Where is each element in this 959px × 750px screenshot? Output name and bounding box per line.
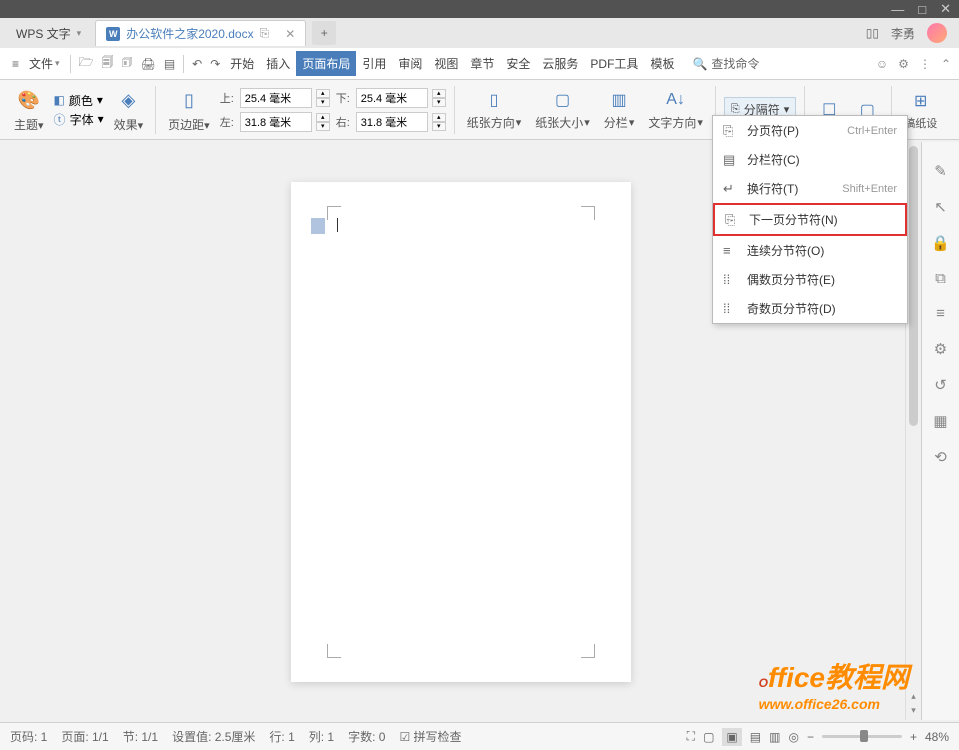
margin-btn[interactable]: ▯页边距▾ (164, 86, 214, 133)
collapse-icon[interactable]: ⌃ (941, 57, 951, 71)
margin-left-input[interactable] (240, 112, 312, 132)
watermark: Office教程网 www.office26.com (759, 656, 909, 712)
margin-bottom-input[interactable] (356, 88, 428, 108)
continuous-section-item[interactable]: ≡连续分节符(O) (713, 236, 907, 265)
margin-top-input[interactable] (240, 88, 312, 108)
pencil-icon[interactable]: ✎ (934, 162, 947, 180)
more-vert-icon[interactable]: ⋮ (919, 57, 931, 71)
tab-close-icon[interactable]: ✕ (285, 27, 295, 41)
status-row[interactable]: 行: 1 (269, 728, 294, 745)
status-setting[interactable]: 设置值: 2.5厘米 (172, 728, 255, 745)
tab-reference[interactable]: 引用 (356, 51, 392, 76)
doc-tab-label: 办公软件之家2020.docx (126, 25, 253, 42)
column-break-item[interactable]: ▤分栏符(C) (713, 145, 907, 174)
new-tab-btn[interactable]: + (312, 21, 336, 45)
cursor-icon[interactable]: ↖ (934, 198, 947, 216)
textdir-btn[interactable]: A↓文字方向▾ (644, 88, 707, 131)
oddpage-section-item[interactable]: ⁞⁞奇数页分节符(D) (713, 294, 907, 323)
papersize-btn[interactable]: ▢纸张大小▾ (531, 88, 594, 131)
titlebar: — □ ✕ (0, 0, 959, 18)
view1-icon[interactable]: ▢ (703, 730, 714, 744)
margin-right-input[interactable] (356, 112, 428, 132)
evenpage-section-item[interactable]: ⁞⁞偶数页分节符(E) (713, 265, 907, 294)
toolbar: ≡ 文件▾ 🗁 🗐 🗊 🖨 ▤ ↶ ↷ 开始 插入 页面布局 引用 审阅 视图 … (0, 48, 959, 80)
maximize-btn[interactable]: □ (918, 2, 926, 17)
hamburger-icon[interactable]: ≡ (8, 55, 23, 73)
columns-btn[interactable]: ▥分栏▾ (600, 88, 639, 131)
close-btn[interactable]: ✕ (940, 1, 951, 17)
page[interactable] (291, 182, 631, 682)
status-pages[interactable]: 页面: 1/1 (61, 728, 108, 745)
orientation-btn[interactable]: ▯纸张方向▾ (463, 88, 526, 131)
open-icon[interactable]: 🗁 (75, 51, 98, 76)
view3-icon[interactable]: ▤ (750, 730, 761, 744)
gear-icon[interactable]: ⚙ (898, 57, 909, 71)
search-box[interactable]: 🔍查找命令 (692, 55, 759, 72)
more-icon[interactable]: ▤ (160, 55, 179, 73)
status-spell[interactable]: ☑ 拼写检查 (399, 728, 461, 745)
statusbar: 页码: 1 页面: 1/1 节: 1/1 设置值: 2.5厘米 行: 1 列: … (0, 722, 959, 750)
para-mark-icon (311, 218, 325, 234)
tab-section[interactable]: 章节 (464, 51, 500, 76)
list-icon[interactable]: ≡ (936, 305, 945, 322)
minimize-btn[interactable]: — (891, 2, 904, 17)
tab-insert[interactable]: 插入 (260, 51, 296, 76)
tab-review[interactable]: 审阅 (392, 51, 428, 76)
avatar[interactable] (927, 23, 947, 43)
fullscreen-icon[interactable]: ⛶ (687, 729, 695, 744)
sync-icon[interactable]: ⎘ (260, 26, 270, 41)
chevron-down-icon: ▾ (77, 28, 82, 39)
zoom-out[interactable]: − (807, 730, 814, 744)
status-chars[interactable]: 字数: 0 (348, 728, 385, 745)
view2-icon[interactable]: ▣ (722, 728, 741, 746)
app-tab-label: WPS 文字 (16, 25, 71, 42)
theme-btn[interactable]: 🎨主题▾ (10, 86, 48, 133)
tab-pdf[interactable]: PDF工具 (584, 51, 644, 76)
document-tab[interactable]: W 办公软件之家2020.docx ⎘ ✕ (95, 20, 306, 46)
color-btn[interactable]: ◧颜色▾ (54, 92, 104, 109)
link-icon[interactable]: ⧉ (935, 270, 946, 287)
undo-icon[interactable]: ↶ (188, 55, 206, 73)
share-icon[interactable]: ⟲ (934, 448, 947, 466)
nextpage-section-item[interactable]: ⎘下一页分节符(N) (713, 203, 907, 236)
effect-btn[interactable]: ◈效果▾ (110, 86, 148, 133)
scroll-thumb[interactable] (909, 146, 918, 426)
status-col[interactable]: 列: 1 (309, 728, 334, 745)
file-menu[interactable]: 文件▾ (23, 51, 66, 76)
breaks-dropdown: ⎘分页符(P)Ctrl+Enter ▤分栏符(C) ↵换行符(T)Shift+E… (712, 115, 908, 324)
tab-cloud[interactable]: 云服务 (536, 51, 584, 76)
tab-view[interactable]: 视图 (428, 51, 464, 76)
text-cursor (337, 218, 338, 232)
tab-start[interactable]: 开始 (224, 51, 260, 76)
zoom-in[interactable]: + (910, 730, 917, 744)
tab-template[interactable]: 模板 (644, 51, 680, 76)
right-panel: ✎ ↖ 🔒 ⧉ ≡ ⚙ ↺ ▦ ⟲ (921, 142, 959, 720)
tabbar: WPS 文字 ▾ W 办公软件之家2020.docx ⎘ ✕ + ▯▯ 李勇 (0, 18, 959, 48)
tab-pagelayout[interactable]: 页面布局 (296, 51, 356, 76)
view4-icon[interactable]: ▥ (769, 730, 780, 744)
toolbox-icon[interactable]: ▦ (933, 412, 947, 430)
app-tab[interactable]: WPS 文字 ▾ (4, 21, 93, 46)
status-section[interactable]: 节: 1/1 (123, 728, 158, 745)
panels-icon[interactable]: ▯▯ (866, 26, 879, 40)
preview-icon[interactable]: 🖨 (137, 55, 160, 73)
zoom-slider[interactable] (822, 735, 902, 738)
print-icon[interactable]: 🗊 (117, 51, 136, 76)
lock-icon[interactable]: 🔒 (931, 234, 950, 252)
save-icon[interactable]: 🗐 (97, 51, 117, 76)
smile-icon[interactable]: ☺ (876, 57, 888, 71)
redo-icon[interactable]: ↷ (206, 55, 224, 73)
font-btn[interactable]: ⓣ字体▾ (54, 111, 104, 128)
doc-icon: W (106, 27, 120, 41)
history-icon[interactable]: ↺ (934, 376, 947, 394)
fit-icon[interactable]: ◎ (788, 730, 798, 744)
username[interactable]: 李勇 (891, 25, 915, 42)
page-break-item[interactable]: ⎘分页符(P)Ctrl+Enter (713, 116, 907, 145)
settings-icon[interactable]: ⚙ (934, 340, 947, 358)
line-break-item[interactable]: ↵换行符(T)Shift+Enter (713, 174, 907, 203)
tab-security[interactable]: 安全 (500, 51, 536, 76)
status-page[interactable]: 页码: 1 (10, 728, 47, 745)
zoom-value[interactable]: 48% (925, 730, 949, 744)
